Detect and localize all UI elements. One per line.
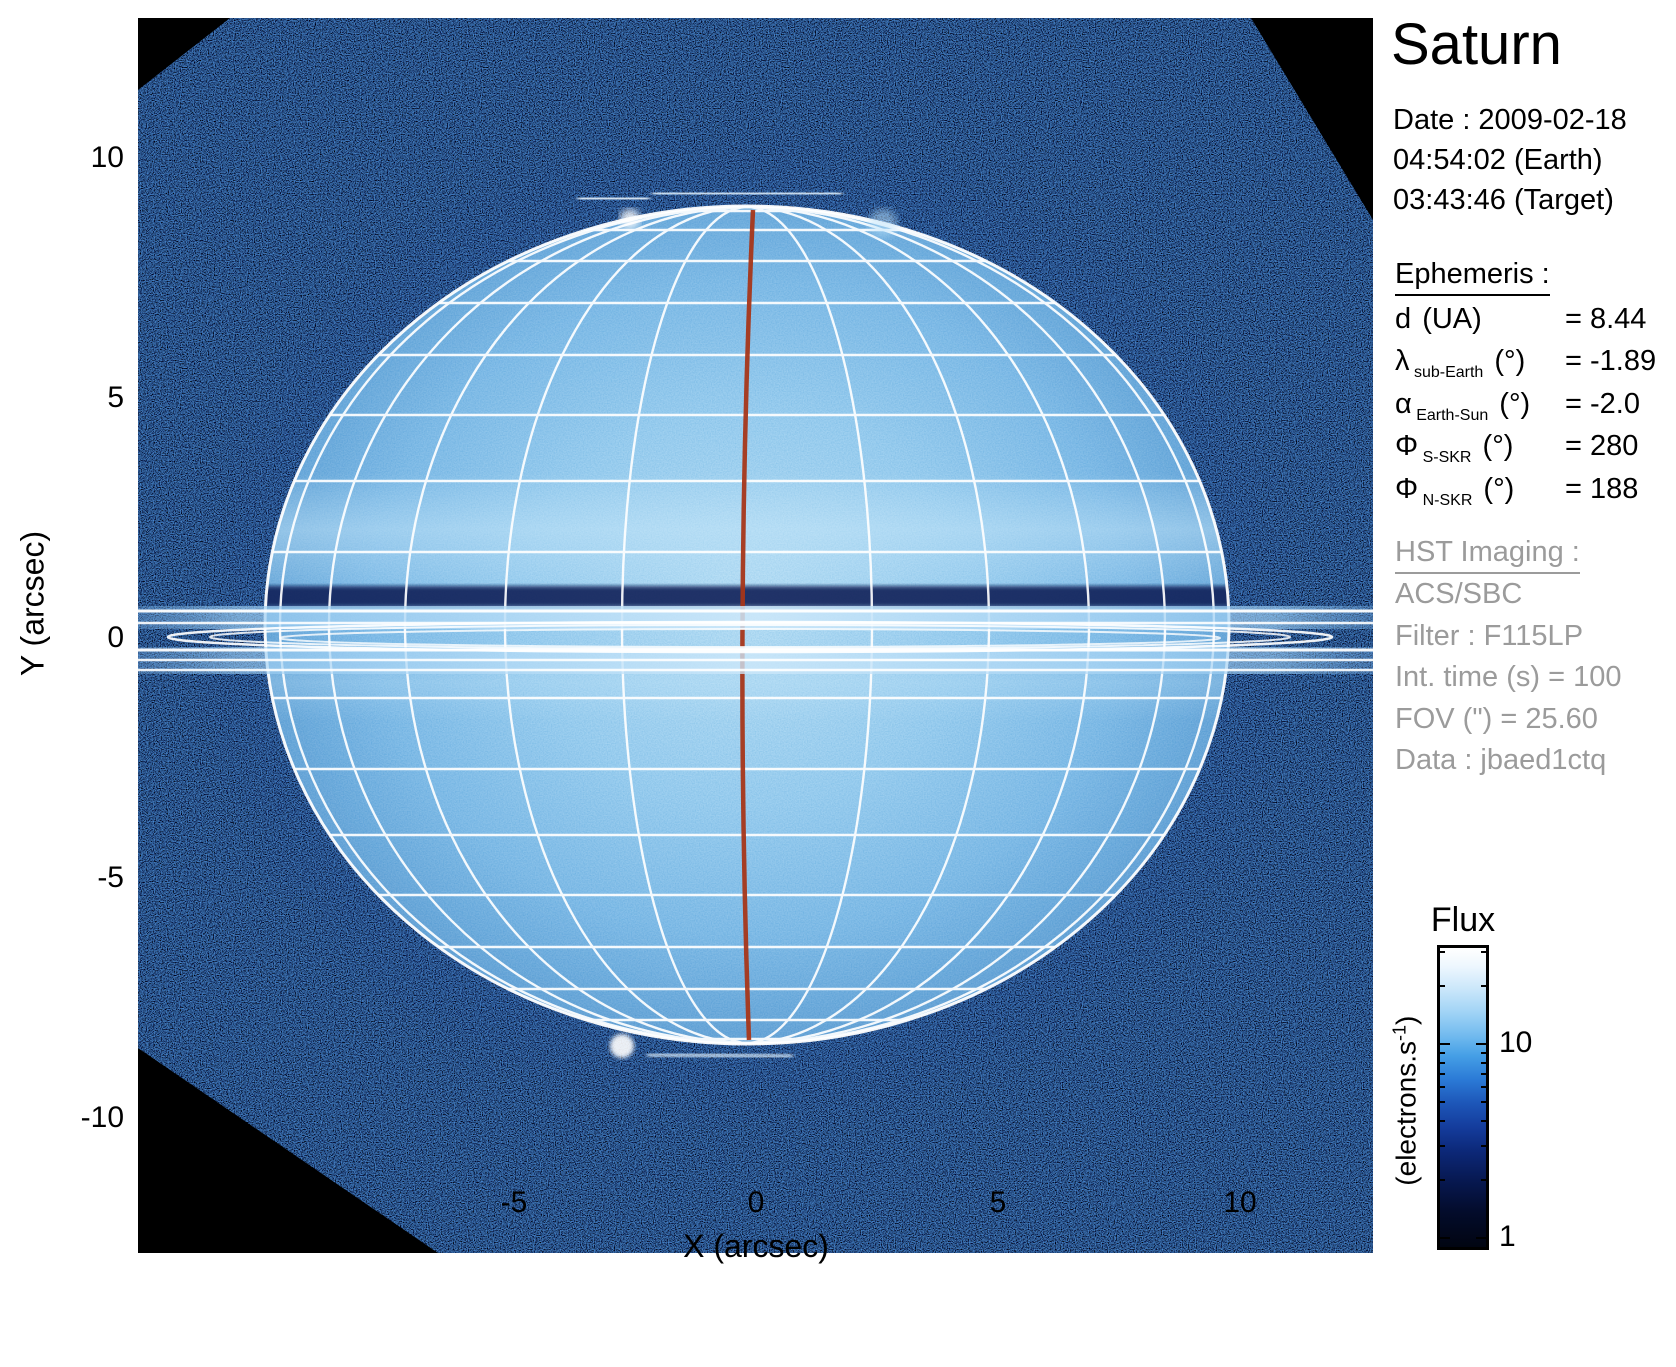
- colorbar-tick: [1440, 951, 1445, 953]
- figure-title: Saturn: [1391, 14, 1562, 76]
- y-tick-label: -10: [14, 1103, 124, 1133]
- colorbar-tick-label: 10: [1499, 1028, 1532, 1058]
- colorbar-tick: [1481, 1086, 1486, 1088]
- colorbar-tick: [1440, 1043, 1450, 1045]
- colorbar-tick: [1481, 1052, 1486, 1054]
- colorbar-tick: [1476, 1043, 1486, 1045]
- hst-info-row: FOV (") = 25.60: [1395, 699, 1621, 741]
- colorbar-unit-label: (electrons.s-1): [1389, 911, 1422, 1291]
- ephemeris-row: Φ N-SKR (°)= 188: [1395, 468, 1675, 511]
- x-tick-label: -10: [212, 1188, 332, 1218]
- x-tick-label: 0: [696, 1188, 816, 1218]
- colorbar-tick: [1440, 1073, 1445, 1075]
- south-aurora-spot: [610, 1034, 634, 1058]
- y-tick-label: 0: [14, 623, 124, 653]
- y-tick-label: 5: [14, 383, 124, 413]
- y-tick-label: -5: [14, 863, 124, 893]
- y-tick-label: 10: [14, 143, 124, 173]
- hst-imaging-block: HST Imaging : ACS/SBCFilter : F115LPInt.…: [1395, 536, 1621, 782]
- ephemeris-heading: Ephemeris :: [1395, 258, 1550, 296]
- colorbar-tick: [1440, 1237, 1450, 1239]
- ring-shadow-band: [238, 586, 1278, 607]
- ephemeris-table: d (UA)= 8.44λ sub-Earth (°)= -1.89α Eart…: [1395, 298, 1675, 511]
- colorbar-tick: [1440, 1179, 1445, 1181]
- colorbar-tick: [1481, 1179, 1486, 1181]
- colorbar-tick: [1440, 1052, 1445, 1054]
- date-line: Date : 2009-02-18: [1393, 106, 1627, 135]
- hst-info-row: Int. time (s) = 100: [1395, 657, 1621, 699]
- saturn-image-canvas: [138, 18, 1373, 1253]
- ephemeris-row: d (UA)= 8.44: [1395, 298, 1675, 341]
- colorbar-tick: [1440, 1062, 1445, 1064]
- flux-colorbar: [1437, 945, 1489, 1250]
- x-tick-label: -5: [454, 1188, 574, 1218]
- colorbar-tick: [1440, 985, 1445, 987]
- hst-imaging-heading: HST Imaging :: [1395, 536, 1580, 574]
- colorbar-tick: [1440, 1101, 1445, 1103]
- colorbar-tick: [1481, 1101, 1486, 1103]
- ephemeris-row: α Earth-Sun (°)= -2.0: [1395, 383, 1675, 426]
- hst-info-row: Data : jbaed1ctq: [1395, 740, 1621, 782]
- time-target-line: 03:43:46 (Target): [1393, 186, 1614, 215]
- hst-info-row: Filter : F115LP: [1395, 616, 1621, 658]
- colorbar-tick: [1481, 985, 1486, 987]
- x-tick-label: 5: [938, 1188, 1058, 1218]
- south-aurora-streak: [650, 1054, 790, 1057]
- page: { "title": "Saturn", "date_block": { "li…: [0, 0, 1676, 1367]
- hst-info-row: ACS/SBC: [1395, 574, 1621, 616]
- colorbar-tick: [1481, 1145, 1486, 1147]
- north-aurora-streak-west: [581, 198, 646, 199]
- colorbar-tick-label: 1: [1499, 1222, 1516, 1252]
- x-tick-label: 10: [1180, 1188, 1300, 1218]
- saturn-uv-image: [138, 18, 1373, 1253]
- north-aurora-spot: [620, 209, 640, 229]
- north-aurora-streak-east: [656, 193, 838, 194]
- ephemeris-row: Φ S-SKR (°)= 280: [1395, 426, 1675, 469]
- colorbar-tick: [1440, 1120, 1445, 1122]
- colorbar-tick: [1481, 951, 1486, 953]
- x-axis-label: X (arcsec): [476, 1228, 1036, 1265]
- time-earth-line: 04:54:02 (Earth): [1393, 146, 1603, 175]
- colorbar-tick: [1440, 1145, 1445, 1147]
- colorbar-tick: [1476, 1237, 1486, 1239]
- colorbar-tick: [1481, 1062, 1486, 1064]
- colorbar-tick: [1481, 1120, 1486, 1122]
- colorbar-tick: [1481, 1073, 1486, 1075]
- ephemeris-row: λ sub-Earth (°)= -1.89: [1395, 341, 1675, 384]
- colorbar-tick: [1440, 1086, 1445, 1088]
